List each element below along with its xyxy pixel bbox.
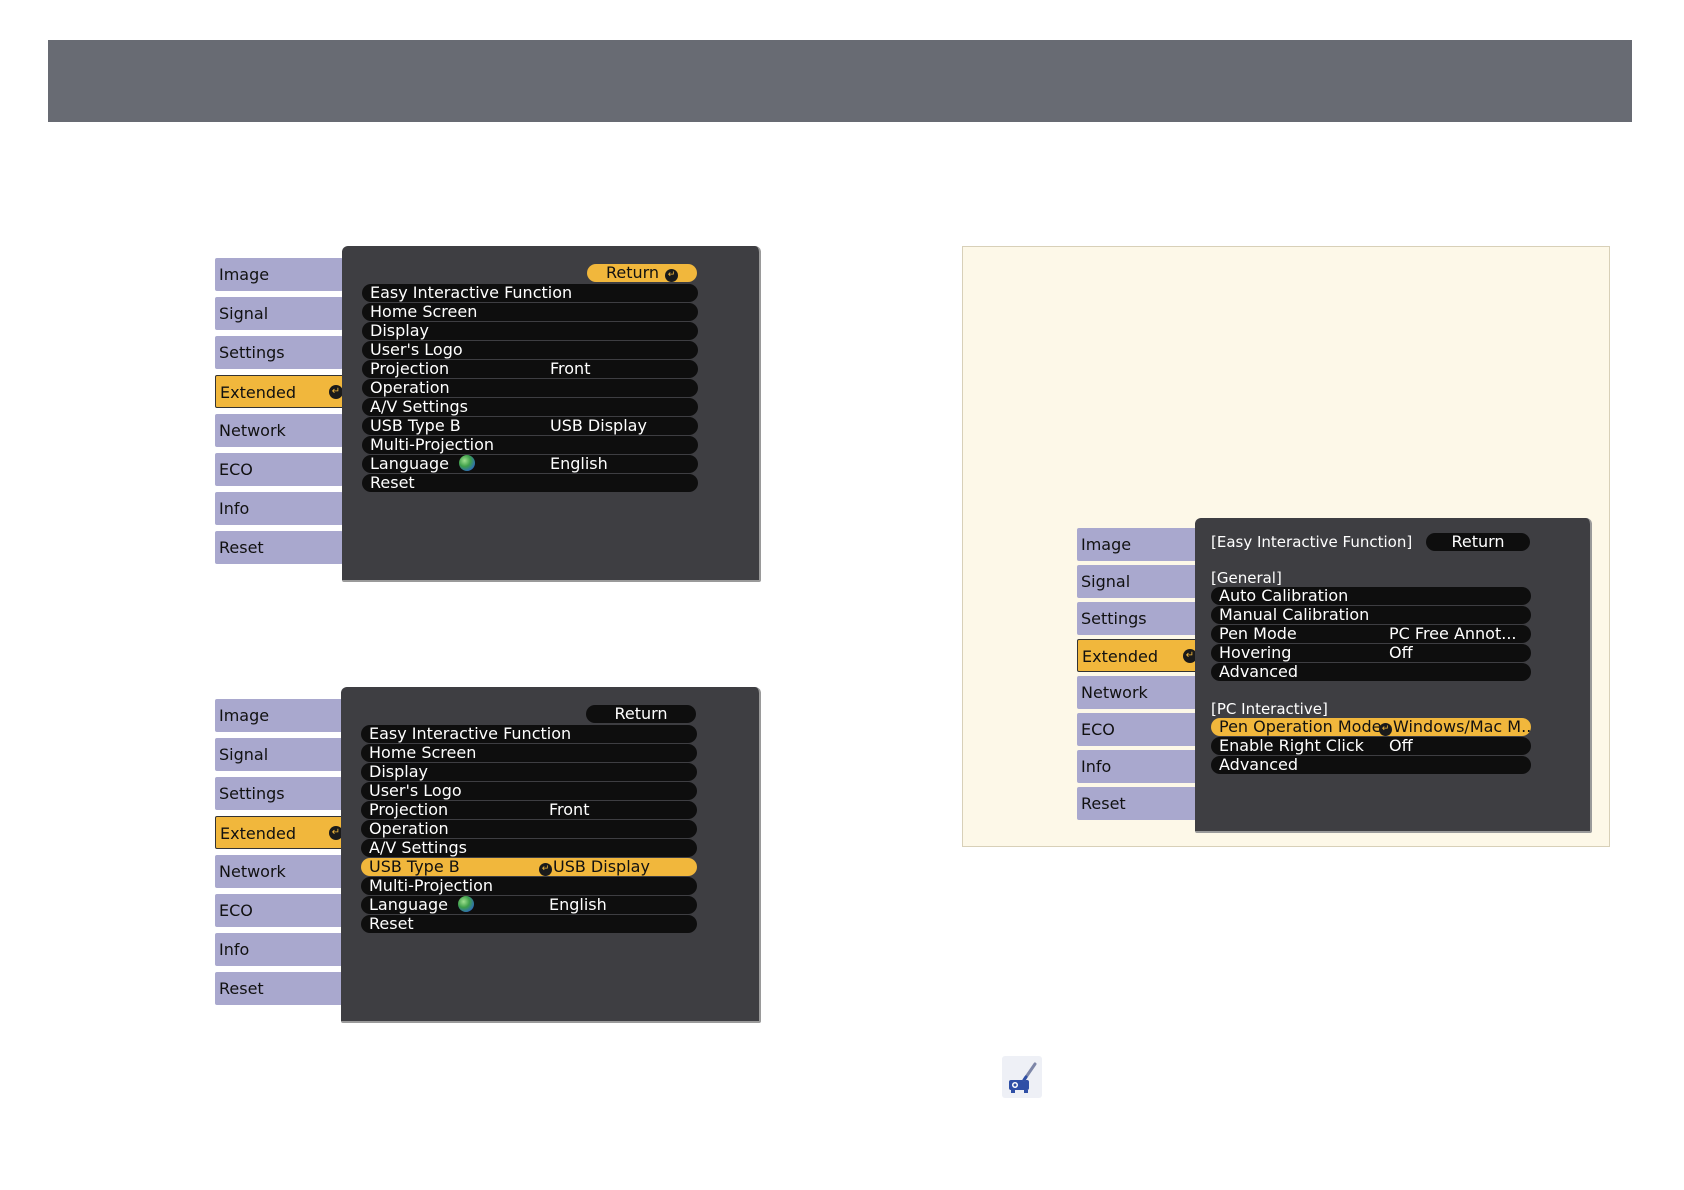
return-label: Return xyxy=(1451,532,1505,551)
sidebar-item-extended[interactable]: Extended ↵ xyxy=(1077,639,1203,672)
row-value: English xyxy=(550,455,608,473)
menu-heading: [Easy Interactive Function] xyxy=(1211,533,1413,551)
menu-row-users-logo[interactable]: User's Logo xyxy=(362,341,698,359)
menu-row-language[interactable]: Language English xyxy=(362,455,698,473)
menu-row-users-logo[interactable]: User's Logo xyxy=(361,782,697,800)
menu-row-advanced-pc[interactable]: Advanced xyxy=(1211,756,1531,774)
sidebar-item-extended[interactable]: Extended ↵ xyxy=(215,375,349,408)
sidebar-item-info[interactable]: Info xyxy=(215,492,343,525)
page-header-bar xyxy=(48,40,1632,122)
menu-panel: [Easy Interactive Function] Return [Gene… xyxy=(1195,518,1592,833)
row-value: Off xyxy=(1389,644,1413,662)
sidebar-item-reset[interactable]: Reset xyxy=(1077,787,1197,820)
menu-row-pen-mode[interactable]: Pen Mode PC Free Annot... xyxy=(1211,625,1531,643)
return-button[interactable]: Return xyxy=(1426,533,1530,551)
enter-icon: ↵ xyxy=(539,863,552,876)
row-value: English xyxy=(549,896,607,914)
menu-row-operation[interactable]: Operation xyxy=(362,379,698,397)
sidebar-item-extended[interactable]: Extended ↵ xyxy=(215,816,349,849)
sidebar-item-settings[interactable]: Settings xyxy=(215,336,343,369)
projector-pen-icon xyxy=(1002,1056,1042,1098)
menu-row-operation[interactable]: Operation xyxy=(361,820,697,838)
sidebar-item-network[interactable]: Network xyxy=(215,414,343,447)
menu-row-usb-type-b[interactable]: USB Type B USB Display xyxy=(362,417,698,435)
menu-row-home-screen[interactable]: Home Screen xyxy=(362,303,698,321)
menu-row-multi-projection[interactable]: Multi-Projection xyxy=(362,436,698,454)
row-value: USB Display xyxy=(550,417,647,435)
menu-row-pen-operation-mode[interactable]: Pen Operation Mode ↵ Windows/Mac M... xyxy=(1211,718,1531,736)
menu-row-advanced-general[interactable]: Advanced xyxy=(1211,663,1531,681)
menu-row-home-screen[interactable]: Home Screen xyxy=(361,744,697,762)
section-pc-interactive: [PC Interactive] xyxy=(1211,700,1328,718)
sidebar-item-eco[interactable]: ECO xyxy=(215,453,343,486)
return-label: Return xyxy=(605,263,660,282)
sidebar-item-image[interactable]: Image xyxy=(1077,528,1197,561)
menu-screenshot-easy-interactive: Image Signal Settings Extended ↵ Network… xyxy=(1077,518,1592,833)
sidebar-item-signal[interactable]: Signal xyxy=(215,738,343,771)
menu-row-manual-calibration[interactable]: Manual Calibration xyxy=(1211,606,1531,624)
sidebar-item-reset[interactable]: Reset xyxy=(215,972,343,1005)
menu-panel: Return Easy Interactive Function Home Sc… xyxy=(341,687,761,1023)
row-value: Front xyxy=(550,360,591,378)
row-value: ↵ Windows/Mac M... xyxy=(1379,718,1531,736)
sidebar-item-signal[interactable]: Signal xyxy=(1077,565,1197,598)
sidebar-item-network[interactable]: Network xyxy=(1077,676,1197,709)
sidebar-item-eco[interactable]: ECO xyxy=(1077,713,1197,746)
return-button[interactable]: Return xyxy=(586,705,696,723)
sidebar-item-info[interactable]: Info xyxy=(1077,750,1197,783)
menu-screenshot-bottom: Image Signal Settings Extended ↵ Network… xyxy=(215,687,761,1023)
row-value: Front xyxy=(549,801,590,819)
row-value: PC Free Annot... xyxy=(1389,625,1517,643)
menu-row-projection[interactable]: Projection Front xyxy=(362,360,698,378)
sidebar-item-eco[interactable]: ECO xyxy=(215,894,343,927)
menu-row-reset[interactable]: Reset xyxy=(362,474,698,492)
sidebar-item-settings[interactable]: Settings xyxy=(1077,602,1197,635)
globe-icon xyxy=(457,896,474,912)
menu-row-hovering[interactable]: Hovering Off xyxy=(1211,644,1531,662)
sidebar-item-reset[interactable]: Reset xyxy=(215,531,343,564)
menu-row-usb-type-b[interactable]: USB Type B ↵ USB Display xyxy=(361,858,697,876)
section-general: [General] xyxy=(1211,569,1282,587)
sidebar-item-label: Extended xyxy=(1082,647,1158,666)
menu-row-projection[interactable]: Projection Front xyxy=(361,801,697,819)
globe-icon xyxy=(458,455,475,471)
menu-row-multi-projection[interactable]: Multi-Projection xyxy=(361,877,697,895)
sidebar-item-label: Extended xyxy=(220,383,296,402)
menu-row-enable-right-click[interactable]: Enable Right Click Off xyxy=(1211,737,1531,755)
menu-row-reset[interactable]: Reset xyxy=(361,915,697,933)
enter-icon: ↵ xyxy=(329,385,343,399)
menu-screenshot-top: Image Signal Settings Extended ↵ Network… xyxy=(215,246,761,582)
return-label: Return xyxy=(614,704,668,723)
menu-row-language[interactable]: Language English xyxy=(361,896,697,914)
menu-row-easy-interactive[interactable]: Easy Interactive Function xyxy=(361,725,697,743)
menu-row-av-settings[interactable]: A/V Settings xyxy=(361,839,697,857)
sidebar-item-network[interactable]: Network xyxy=(215,855,343,888)
menu-panel: Return ↵ Easy Interactive Function Home S… xyxy=(342,246,761,582)
row-value: Off xyxy=(1389,737,1413,755)
menu-row-av-settings[interactable]: A/V Settings xyxy=(362,398,698,416)
enter-icon: ↵ xyxy=(1379,723,1392,736)
sidebar-item-image[interactable]: Image xyxy=(215,699,343,732)
menu-row-auto-calibration[interactable]: Auto Calibration xyxy=(1211,587,1531,605)
menu-row-easy-interactive[interactable]: Easy Interactive Function xyxy=(362,284,698,302)
sidebar-item-label: Extended xyxy=(220,824,296,843)
sidebar-item-image[interactable]: Image xyxy=(215,258,343,291)
menu-row-display[interactable]: Display xyxy=(361,763,697,781)
menu-row-display[interactable]: Display xyxy=(362,322,698,340)
enter-icon: ↵ xyxy=(665,269,679,282)
sidebar-item-info[interactable]: Info xyxy=(215,933,343,966)
row-value: ↵ USB Display xyxy=(539,858,650,876)
sidebar-item-settings[interactable]: Settings xyxy=(215,777,343,810)
sidebar-item-signal[interactable]: Signal xyxy=(215,297,343,330)
return-button[interactable]: Return ↵ xyxy=(587,264,697,282)
